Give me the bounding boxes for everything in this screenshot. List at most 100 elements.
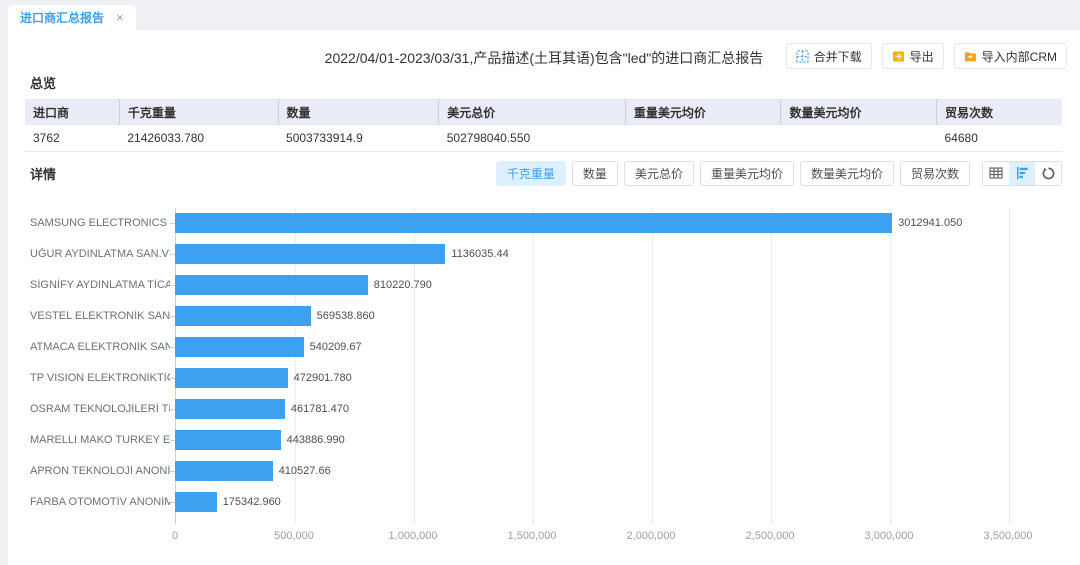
table-view-button[interactable] <box>983 162 1009 185</box>
x-axis-tick-label: 2,500,000 <box>746 530 795 542</box>
action-button-merge-download[interactable]: 合并下载 <box>786 43 872 69</box>
metric-tab-2[interactable]: 美元总价 <box>624 161 694 186</box>
chart-bars: SAMSUNG ELECTRONICS ISTANBUL P... 3012941… <box>30 208 1080 518</box>
tab-bar: 进口商汇总报告 × <box>0 0 1080 30</box>
column-header-0: 进口商 <box>25 99 119 125</box>
column-header-2: 数量 <box>278 99 439 125</box>
bar-value-label: 3012941.050 <box>898 217 962 229</box>
header-actions: 合并下载 导出 导入内部CRM <box>786 43 1067 69</box>
y-axis-label: SAMSUNG ELECTRONICS ISTANBUL P... <box>30 217 170 229</box>
action-button-export[interactable]: 导出 <box>882 43 944 69</box>
y-axis-label: FARBA OTOMOTİV ANONİM ŞİRKETİ <box>30 496 170 508</box>
y-axis-label: UĞUR AYDINLATMA SAN.VE TİC.LTD... <box>30 248 170 260</box>
y-axis-label: MARELLI MAKO TURKEY ELEKTRİK S... <box>30 434 170 446</box>
bar[interactable] <box>175 213 892 233</box>
x-axis-tick-label: 0 <box>172 530 178 542</box>
refresh-button[interactable] <box>1035 162 1061 185</box>
y-axis-label: ATMACA ELEKTRONİK SANAYİ VE Tİ... <box>30 341 170 353</box>
bar[interactable] <box>175 337 304 357</box>
bar-value-label: 175342.960 <box>223 496 281 508</box>
action-button-label: 导入内部CRM <box>982 48 1057 65</box>
bar[interactable] <box>175 244 445 264</box>
x-axis-tick-label: 3,000,000 <box>865 530 914 542</box>
metric-tab-4[interactable]: 数量美元均价 <box>800 161 894 186</box>
column-header-5: 数量美元均价 <box>781 99 937 125</box>
x-axis-tick-label: 3,500,000 <box>984 530 1033 542</box>
tab-label: 进口商汇总报告 <box>20 9 104 26</box>
bar-value-label: 461781.470 <box>291 403 349 415</box>
metric-tab-5[interactable]: 贸易次数 <box>900 161 970 186</box>
importer-bar-chart: SAMSUNG ELECTRONICS ISTANBUL P... 3012941… <box>30 208 1080 558</box>
bar[interactable] <box>175 399 285 419</box>
overview-table: 进口商千克重量数量美元总价重量美元均价数量美元均价贸易次数 3762214260… <box>25 99 1062 152</box>
bar-value-label: 1136035.44 <box>451 248 508 260</box>
bar-value-label: 443886.990 <box>287 434 345 446</box>
y-axis-label: TP VISION ELEKTRONİKTİCARET AN... <box>30 372 170 384</box>
table-cell-1: 21426033.780 <box>119 125 278 151</box>
bar-value-label: 472901.780 <box>294 372 352 384</box>
bar-chart-view-button[interactable] <box>1009 162 1035 185</box>
x-axis-tick-label: 500,000 <box>274 530 314 542</box>
action-button-import-crm[interactable]: 导入内部CRM <box>954 43 1067 69</box>
chart-bar-row: SAMSUNG ELECTRONICS ISTANBUL P... 3012941… <box>30 208 1080 239</box>
main-panel: 2022/04/01-2023/03/31,产品描述(土耳其语)包含"led"的… <box>8 30 1080 565</box>
column-header-6: 贸易次数 <box>937 99 1063 125</box>
table-cell-0: 3762 <box>25 125 119 151</box>
tab-close-icon[interactable]: × <box>116 11 124 24</box>
table-view-icon <box>989 167 1003 179</box>
bar[interactable] <box>175 461 273 481</box>
table-cell-4 <box>625 125 781 151</box>
chart-bar-row: OSRAM TEKNOLOJİLERİ TİCARET AN... 461781.… <box>30 394 1080 425</box>
export-icon <box>892 50 905 63</box>
chart-bar-row: TP VISION ELEKTRONİKTİCARET AN... 472901.… <box>30 363 1080 394</box>
chart-bar-row: ATMACA ELEKTRONİK SANAYİ VE Tİ... 540209.… <box>30 332 1080 363</box>
chart-x-axis: 0500,0001,000,0001,500,0002,000,0002,500… <box>175 530 1008 544</box>
chart-bar-row: APRON TEKNOLOJİ ANONİM ŞİRKETİ 410527.66 <box>30 456 1080 487</box>
x-axis-tick-label: 2,000,000 <box>627 530 676 542</box>
bar-value-label: 569538.860 <box>317 310 375 322</box>
y-axis-label: OSRAM TEKNOLOJİLERİ TİCARET AN... <box>30 403 170 415</box>
metric-tabs: 千克重量数量美元总价重量美元均价数量美元均价贸易次数 <box>496 161 970 186</box>
column-header-4: 重量美元均价 <box>625 99 781 125</box>
details-section-label: 详情 <box>30 164 56 183</box>
refresh-icon <box>1042 167 1055 180</box>
chart-bar-row: FARBA OTOMOTİV ANONİM ŞİRKETİ 175342.960 <box>30 487 1080 518</box>
bar[interactable] <box>175 275 368 295</box>
action-button-label: 导出 <box>910 48 934 65</box>
bar[interactable] <box>175 368 288 388</box>
y-axis-label: APRON TEKNOLOJİ ANONİM ŞİRKETİ <box>30 465 170 477</box>
metric-tab-0[interactable]: 千克重量 <box>496 161 566 186</box>
table-cell-5 <box>781 125 937 151</box>
overview-table-header: 进口商千克重量数量美元总价重量美元均价数量美元均价贸易次数 <box>25 99 1062 125</box>
import-crm-icon <box>964 50 977 63</box>
table-row: 376221426033.7805003733914.9502798040.55… <box>25 125 1062 151</box>
tab-importer-summary-report[interactable]: 进口商汇总报告 × <box>8 5 136 30</box>
merge-download-icon <box>796 50 809 63</box>
metric-tab-3[interactable]: 重量美元均价 <box>700 161 794 186</box>
chart-bar-row: UĞUR AYDINLATMA SAN.VE TİC.LTD... 1136035… <box>30 239 1080 270</box>
table-cell-2: 5003733914.9 <box>278 125 439 151</box>
table-cell-3: 502798040.550 <box>439 125 626 151</box>
details-toolbar: 详情 千克重量数量美元总价重量美元均价数量美元均价贸易次数 <box>30 161 1062 186</box>
bar-chart-view-icon <box>1016 167 1029 179</box>
bar-value-label: 410527.66 <box>279 465 331 477</box>
overview-section-label: 总览 <box>30 73 1080 92</box>
bar[interactable] <box>175 492 217 512</box>
bar[interactable] <box>175 306 311 326</box>
y-axis-label: VESTEL ELEKTRONİK SANAYİ VE Tİ... <box>30 310 170 322</box>
column-header-3: 美元总价 <box>439 99 626 125</box>
chart-bar-row: VESTEL ELEKTRONİK SANAYİ VE Tİ... 569538.… <box>30 301 1080 332</box>
metric-tab-1[interactable]: 数量 <box>572 161 618 186</box>
column-header-1: 千克重量 <box>119 99 278 125</box>
table-cell-6: 64680 <box>937 125 1063 151</box>
x-axis-tick-label: 1,000,000 <box>389 530 438 542</box>
chart-bar-row: SİGNİFY AYDINLATMA TİCARET ANO... 810220.… <box>30 270 1080 301</box>
chart-bar-row: MARELLI MAKO TURKEY ELEKTRİK S... 443886.… <box>30 425 1080 456</box>
bar[interactable] <box>175 430 281 450</box>
action-button-label: 合并下载 <box>814 48 862 65</box>
bar-value-label: 810220.790 <box>374 279 432 291</box>
view-toggle-group <box>982 161 1062 186</box>
report-header: 2022/04/01-2023/03/31,产品描述(土耳其语)包含"led"的… <box>8 30 1080 70</box>
bar-value-label: 540209.67 <box>310 341 362 353</box>
y-axis-label: SİGNİFY AYDINLATMA TİCARET ANO... <box>30 279 170 291</box>
